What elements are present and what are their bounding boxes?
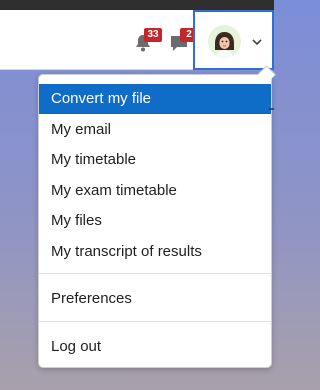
menu-item-log-out[interactable]: Log out	[39, 332, 271, 362]
user-menu-toggle[interactable]	[193, 10, 274, 70]
menu-item-convert-my-file[interactable]: Convert my file	[39, 84, 271, 114]
cursor-fragment	[269, 108, 274, 110]
menu-item-my-exam-timetable[interactable]: My exam timetable	[39, 176, 271, 206]
notifications-button[interactable]: 33	[132, 28, 162, 54]
menu-item-my-files[interactable]: My files	[39, 206, 271, 236]
chevron-down-icon	[252, 39, 262, 46]
menu-item-my-transcript-of-results[interactable]: My transcript of results	[39, 237, 271, 267]
user-avatar	[208, 25, 241, 58]
messages-button[interactable]: 2	[168, 28, 198, 54]
menu-divider	[39, 273, 271, 274]
top-strip	[0, 0, 274, 10]
menu-item-my-email[interactable]: My email	[39, 115, 271, 145]
user-dropdown-menu: Convert my file My email My timetable My…	[38, 65, 276, 368]
menu-item-my-timetable[interactable]: My timetable	[39, 145, 271, 175]
menu-divider	[39, 321, 271, 322]
notification-count-badge: 33	[144, 28, 162, 42]
menu-item-preferences[interactable]: Preferences	[39, 284, 271, 314]
